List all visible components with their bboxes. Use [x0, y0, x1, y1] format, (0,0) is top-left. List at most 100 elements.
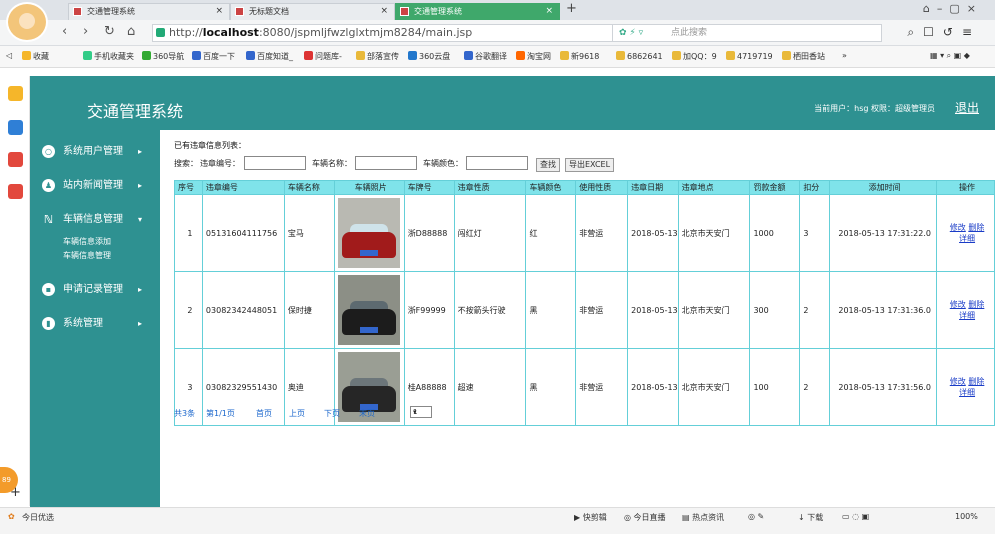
- car-photo[interactable]: [338, 198, 401, 268]
- cell-color: 红: [525, 194, 577, 272]
- submenu-vehicle-manage[interactable]: 车辆信息管理: [63, 250, 111, 261]
- cell-points: 2: [799, 348, 831, 426]
- column-header: 罚款金额: [749, 180, 801, 195]
- browser-tab[interactable]: 交通管理系统 ×: [68, 3, 230, 20]
- status-item-live[interactable]: ◎ 今日直播: [624, 512, 666, 523]
- edit-link[interactable]: 修改: [950, 377, 966, 386]
- delete-link[interactable]: 删除: [968, 300, 984, 309]
- status-item-clip[interactable]: ▶ 快剪辑: [574, 512, 607, 523]
- search-input[interactable]: ✿ ⚡ ▿ 点此搜索: [612, 24, 882, 42]
- violation-no-label: 违章编号：: [200, 159, 240, 168]
- bookmark-item[interactable]: 百度知道_: [246, 51, 293, 62]
- column-header: 序号: [174, 180, 203, 195]
- delete-link[interactable]: 删除: [968, 377, 984, 386]
- reload-icon[interactable]: ↻: [104, 24, 115, 39]
- toolbar-icons[interactable]: ⌕☐↺≡: [907, 25, 981, 40]
- favorites-icon[interactable]: [8, 86, 23, 101]
- logout-link[interactable]: 退出: [955, 99, 979, 116]
- bookmark-item[interactable]: 百度一下: [192, 51, 235, 62]
- message-icon[interactable]: [8, 184, 23, 199]
- bookmark-item[interactable]: 360云盘: [408, 51, 450, 62]
- car-photo[interactable]: [338, 275, 401, 345]
- status-item-news[interactable]: ▤ 热点资讯: [682, 512, 724, 523]
- bookmark-item[interactable]: 淘宝网: [516, 51, 551, 62]
- delete-link[interactable]: 删除: [968, 223, 984, 232]
- avatar[interactable]: [6, 2, 48, 42]
- status-item-download[interactable]: ↓ 下载: [798, 512, 823, 523]
- pager-last-link[interactable]: 末页: [359, 408, 375, 419]
- bookmark-label: 360导航: [153, 52, 185, 61]
- bookmark-item[interactable]: 问题库-: [304, 51, 342, 62]
- cell-fine: 1000: [749, 194, 801, 272]
- bookmark-item[interactable]: 4719719: [726, 51, 773, 61]
- find-button[interactable]: 查找: [536, 158, 560, 172]
- submenu-vehicle-add[interactable]: 车辆信息添加: [63, 236, 111, 247]
- table-row: 2 03082342448051 保时捷 浙F99999 不按箭头行驶 黑 非营…: [174, 271, 995, 349]
- sidebar-item-system-management[interactable]: ▮ 系统管理 ▸: [30, 314, 160, 334]
- close-icon[interactable]: ×: [380, 4, 388, 19]
- more-bookmarks-icon[interactable]: »: [842, 51, 847, 60]
- edit-link[interactable]: 修改: [950, 223, 966, 232]
- browser-tab-active[interactable]: 交通管理系统 ×: [395, 3, 560, 20]
- status-tool-icons[interactable]: ◎ ✎: [748, 512, 764, 521]
- status-misc-icons[interactable]: ▭ ◌ ▣: [842, 512, 869, 521]
- zoom-level[interactable]: 100%: [955, 512, 978, 521]
- bookmark-item[interactable]: 栖田香站: [782, 51, 825, 62]
- cell-name: 保时捷: [283, 271, 335, 349]
- cell-nature: 超速: [453, 348, 527, 426]
- today-picks-label[interactable]: 今日优选: [22, 512, 54, 523]
- cell-points: 3: [799, 194, 831, 272]
- cell-fine: 300: [749, 271, 801, 349]
- sidebar-item-user-management[interactable]: ○ 系统用户管理 ▸: [30, 142, 160, 162]
- close-icon[interactable]: ×: [215, 4, 223, 19]
- apps-icon[interactable]: ▦ ▾ ⌕ ▣ ◆: [930, 51, 970, 61]
- bookmark-item[interactable]: 360导航: [142, 51, 184, 62]
- bookmark-label: 百度一下: [203, 52, 235, 61]
- security-icon: [156, 28, 165, 37]
- export-excel-button[interactable]: 导出EXCEL: [565, 158, 615, 172]
- new-tab-icon[interactable]: +: [566, 1, 577, 16]
- status-label: 热点资讯: [692, 513, 725, 522]
- chevron-right-icon: ▸: [138, 285, 143, 294]
- bookmark-item[interactable]: 手机收藏夹: [83, 51, 134, 62]
- sidebar-item-news-management[interactable]: ♟ 站内新闻管理 ▸: [30, 176, 160, 196]
- bookmark-item[interactable]: 收藏: [22, 51, 49, 62]
- close-icon[interactable]: ×: [545, 4, 553, 19]
- detail-link[interactable]: 详细: [959, 388, 975, 397]
- edit-link[interactable]: 修改: [950, 300, 966, 309]
- forward-icon[interactable]: ›: [83, 24, 88, 39]
- bookmark-label: 收藏: [33, 52, 49, 61]
- detail-link[interactable]: 详细: [959, 311, 975, 320]
- column-header: 违章编号: [201, 180, 285, 195]
- chevron-down-icon: ▾: [138, 215, 143, 224]
- car-name-label: 车辆名称：: [312, 159, 352, 168]
- pager-prev-link[interactable]: 上页: [289, 408, 305, 419]
- pager-next-link[interactable]: 下页: [324, 408, 340, 419]
- page-select[interactable]: 1 ▾: [410, 406, 432, 418]
- bookmark-item[interactable]: 部落宣传: [356, 51, 399, 62]
- detail-link[interactable]: 详细: [959, 234, 975, 243]
- sidebar-item-vehicle-management[interactable]: ℕ 车辆信息管理 ▾: [30, 210, 160, 230]
- bookmark-item[interactable]: 6862641: [616, 51, 663, 61]
- bookmark-item[interactable]: 新9618: [560, 51, 599, 62]
- cell-name: 宝马: [283, 194, 335, 272]
- browser-tab[interactable]: 无标题文档 ×: [230, 3, 395, 20]
- home-icon[interactable]: ⌂: [127, 24, 135, 39]
- car-color-input[interactable]: [466, 156, 528, 170]
- bookmark-item[interactable]: 谷歌翻译: [464, 51, 507, 62]
- pager-first-link[interactable]: 首页: [256, 408, 272, 419]
- back-icon[interactable]: ‹: [62, 24, 67, 39]
- app-header: 交通管理系统 当前用户：hsg 权限：超级管理员 退出: [30, 76, 995, 130]
- sidebar-item-application-records[interactable]: ▪ 申请记录管理 ▸: [30, 280, 160, 300]
- bookmark-item[interactable]: 加QQ：9: [672, 51, 717, 62]
- add-icon[interactable]: +: [10, 485, 21, 500]
- weibo-icon[interactable]: [8, 152, 23, 167]
- window-controls-icon[interactable]: ⌂–▢×: [923, 2, 983, 15]
- table-header-row: 序号 违章编号 车辆名称 车辆照片 车牌号 违章性质 车辆颜色 使用性质 违章日…: [174, 180, 995, 195]
- main-content: 已有违章信息列表： 搜索： 违章编号： 车辆名称： 车辆颜色： 查找 导出EXC…: [160, 130, 995, 507]
- car-name-input[interactable]: [355, 156, 417, 170]
- bookmark-toggle-icon[interactable]: ◁: [6, 51, 12, 60]
- violation-no-input[interactable]: [244, 156, 306, 170]
- cell-color: 黑: [525, 271, 577, 349]
- notes-icon[interactable]: [8, 120, 23, 135]
